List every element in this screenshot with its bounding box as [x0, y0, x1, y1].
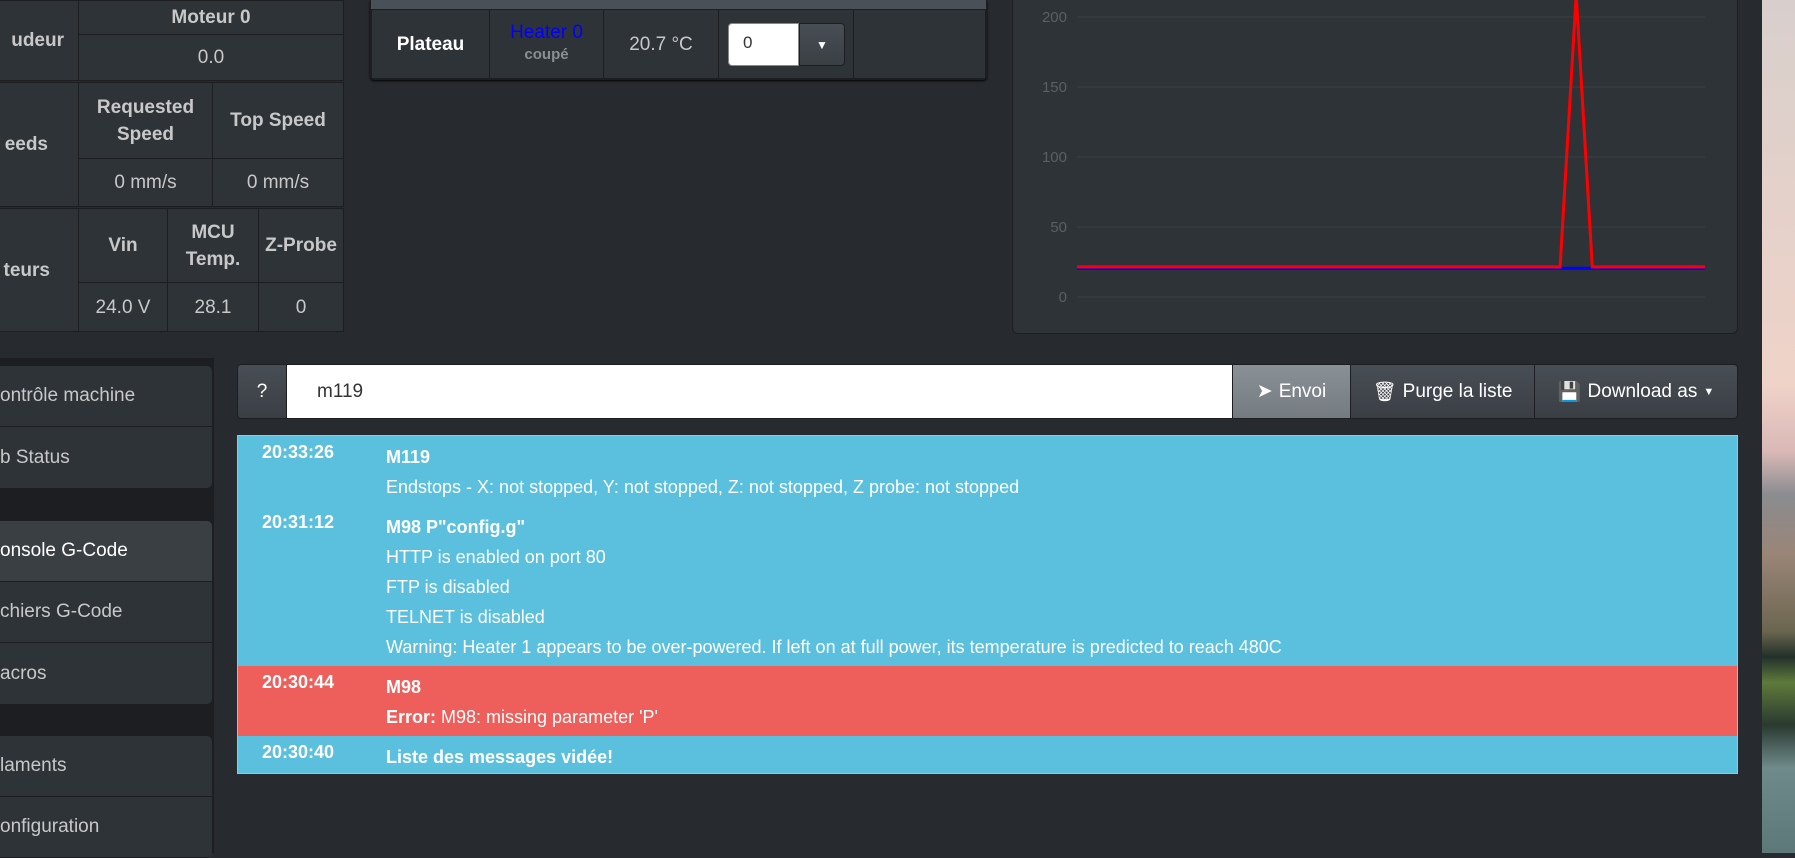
heater-name: Plateau: [371, 9, 490, 79]
error-prefix: Error:: [386, 707, 437, 727]
mcu-temp-header: MCU Temp.: [167, 208, 259, 283]
sidebar: ontrôle machine b Status onsole G-Code c…: [0, 358, 214, 858]
log-command: M119: [386, 447, 431, 467]
y-tick-label: 0: [1059, 289, 1067, 306]
send-button[interactable]: ➤ Envoi: [1232, 364, 1351, 419]
requested-speed-header: Requested Speed: [78, 82, 213, 159]
caret-down-icon: ▼: [1703, 385, 1715, 398]
desktop-wallpaper: [1762, 0, 1795, 853]
zprobe-value: 0: [258, 282, 344, 332]
machine-status-table: udeur Moteur 0 0.0 eeds Requested Speed …: [0, 0, 344, 332]
log-line: HTTP is enabled on port 80: [386, 547, 606, 567]
y-tick-label: 150: [1042, 79, 1067, 96]
send-label: Envoi: [1278, 380, 1327, 402]
requested-speed-value: 0 mm/s: [78, 158, 213, 207]
y-tick-label: 200: [1042, 9, 1067, 26]
log-time: 20:30:44: [262, 672, 335, 692]
log-time: 20:30:40: [262, 742, 335, 762]
sidebar-item-machine-control[interactable]: ontrôle machine: [0, 366, 212, 427]
log-command: M98 P"config.g": [386, 517, 526, 537]
log-line: TELNET is disabled: [386, 607, 545, 627]
mcu-temp-value: 28.1: [167, 282, 259, 332]
y-tick-label: 50: [1050, 219, 1067, 236]
help-button[interactable]: ?: [237, 364, 287, 419]
sensors-label: teurs: [0, 208, 79, 332]
motor-header: Moteur 0: [78, 0, 344, 35]
log-entry: 20:33:26 M119 Endstops - X: not stopped, …: [238, 436, 1737, 506]
error-text: M98: missing parameter 'P': [436, 707, 658, 727]
save-icon: 💾: [1557, 381, 1582, 403]
zprobe-header: Z-Probe: [258, 208, 344, 283]
log-time: 20:31:12: [262, 512, 335, 532]
active-temp-dropdown-button[interactable]: ▼: [799, 23, 845, 66]
console-log: 20:33:26 M119 Endstops - X: not stopped, …: [237, 435, 1738, 774]
y-tick-label: 100: [1042, 149, 1067, 166]
motor-value: 0.0: [78, 34, 344, 81]
gcode-input[interactable]: [286, 364, 1233, 419]
top-speed-header: Top Speed: [212, 82, 344, 159]
active-temp-input[interactable]: 0: [728, 23, 799, 66]
sidebar-item-macros[interactable]: acros: [0, 643, 212, 704]
top-speed-value: 0 mm/s: [212, 158, 344, 207]
sidebar-item-gcode-console[interactable]: onsole G-Code: [0, 521, 212, 582]
temperature-chart: 0 50 100 150 200: [1012, 0, 1738, 334]
caret-down-icon: ▼: [816, 37, 828, 52]
purge-label: Purge la liste: [1402, 380, 1513, 402]
speeds-label: eeds: [0, 82, 79, 207]
heater-link[interactable]: Heater 0: [510, 22, 583, 44]
trash-icon: 🗑: [1372, 381, 1397, 403]
command-bar: ? ➤Envoi 🗑Purge la liste 💾Download as ▼: [237, 364, 1738, 419]
log-line: Warning: Heater 1 appears to be over-pow…: [386, 637, 1282, 657]
heater-state: coupé: [524, 46, 569, 63]
heater-table: Plateau Heater 0 coupé 20.7 °C 0 ▼: [370, 0, 987, 80]
log-command: M98: [386, 677, 422, 697]
log-line: Endstops - X: not stopped, Y: not stoppe…: [386, 477, 1020, 497]
sidebar-item-configuration[interactable]: onfiguration: [0, 797, 212, 858]
log-time: 20:33:26: [262, 442, 335, 462]
vin-header: Vin: [78, 208, 168, 283]
extruder-label: udeur: [0, 0, 79, 81]
log-entry: 20:31:12 M98 P"config.g" HTTP is enabled …: [238, 506, 1737, 666]
log-command: Liste des messages vidée!: [386, 747, 614, 767]
vin-value: 24.0 V: [78, 282, 168, 332]
temperature-chart-svg: 0 50 100 150 200: [1042, 0, 1705, 306]
heater-current-temp: 20.7 °C: [603, 9, 719, 79]
log-entry: 20:30:40 Liste des messages vidée!: [238, 736, 1737, 776]
sidebar-item-filaments[interactable]: laments: [0, 736, 212, 797]
log-line: FTP is disabled: [386, 577, 510, 597]
paper-plane-icon: ➤: [1256, 381, 1273, 402]
download-label: Download as: [1587, 380, 1698, 402]
download-as-button[interactable]: 💾 Download as ▼: [1534, 364, 1738, 419]
sidebar-item-gcode-files[interactable]: chiers G-Code: [0, 582, 212, 643]
sidebar-item-job-status[interactable]: b Status: [0, 427, 212, 488]
purge-list-button[interactable]: 🗑 Purge la liste: [1350, 364, 1535, 419]
log-entry-error: 20:30:44 M98 Error: M98: missing paramete…: [238, 666, 1737, 736]
